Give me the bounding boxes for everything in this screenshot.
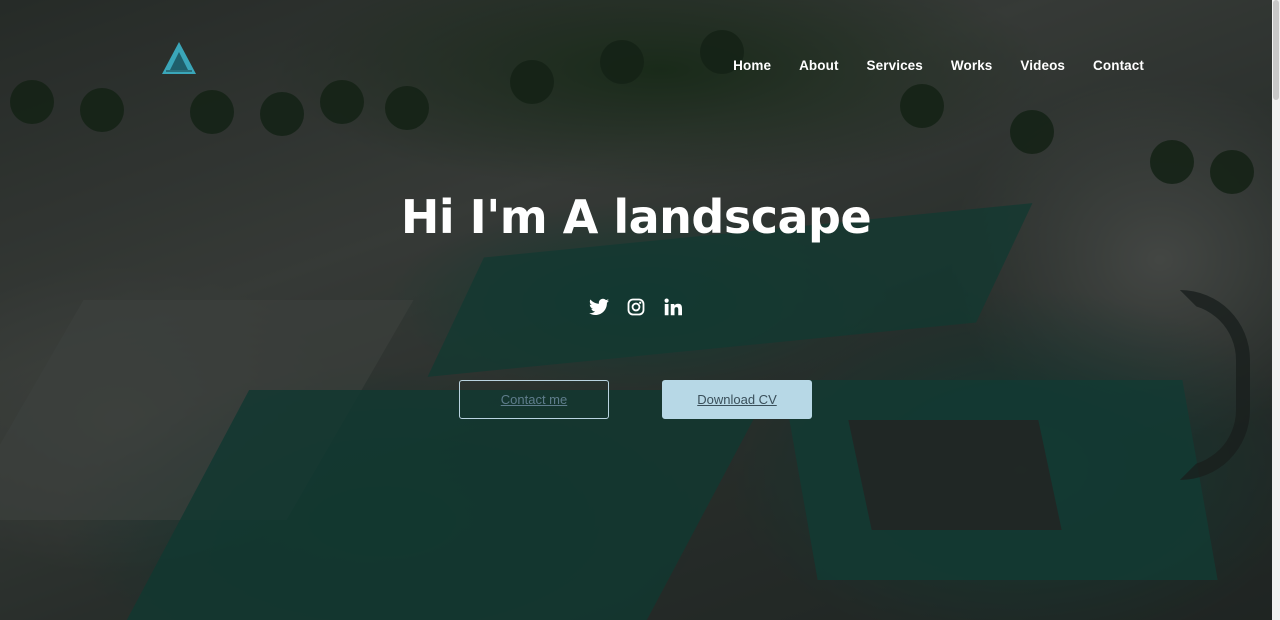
scrollbar-thumb[interactable]	[1273, 0, 1279, 100]
nav-contact[interactable]: Contact	[1093, 58, 1144, 73]
social-links	[589, 296, 683, 318]
instagram-icon[interactable]	[626, 296, 646, 318]
contact-me-button[interactable]: Contact me	[459, 380, 609, 419]
download-cv-button[interactable]: Download CV	[662, 380, 812, 419]
nav-about[interactable]: About	[799, 58, 838, 73]
linkedin-icon[interactable]	[663, 296, 683, 318]
nav-home[interactable]: Home	[733, 58, 771, 73]
main-nav: Home About Services Works Videos Contact	[705, 58, 1144, 73]
page-scrollbar[interactable]	[1272, 0, 1280, 620]
triangle-a-logo-icon[interactable]	[158, 40, 200, 80]
nav-services[interactable]: Services	[867, 58, 923, 73]
nav-works[interactable]: Works	[951, 58, 993, 73]
nav-videos[interactable]: Videos	[1020, 58, 1065, 73]
twitter-icon[interactable]	[589, 296, 609, 318]
hero-title: Hi I'm A landscape	[400, 190, 872, 244]
